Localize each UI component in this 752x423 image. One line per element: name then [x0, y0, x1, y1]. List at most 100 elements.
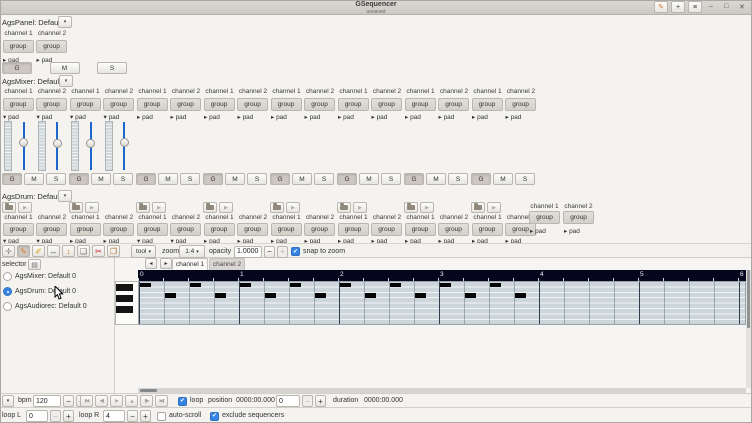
pad-expander[interactable]: ▾ pad: [104, 113, 120, 121]
toggle-s[interactable]: S: [314, 173, 334, 185]
position-tool-button[interactable]: ✛: [2, 245, 15, 257]
loop-r-plus-button[interactable]: +: [140, 410, 151, 422]
group-button[interactable]: group: [505, 98, 536, 111]
output-pad-expander[interactable]: ▸ pad: [530, 227, 546, 235]
piano-black-key[interactable]: [116, 284, 133, 291]
toggle-m[interactable]: M: [426, 173, 446, 185]
minimize-button[interactable]: –: [709, 3, 713, 10]
pad-expander[interactable]: ▾ pad: [37, 113, 53, 121]
pattern-note[interactable]: [439, 282, 451, 287]
pad-expander[interactable]: ▸ pad: [372, 113, 388, 121]
drum-dropdown-button[interactable]: ▾: [58, 190, 72, 202]
clear-tool-button[interactable]: ✐: [32, 245, 45, 257]
selector-settings-button[interactable]: ▤: [28, 259, 41, 270]
toggle-m[interactable]: M: [158, 173, 178, 185]
pattern-note[interactable]: [289, 282, 301, 287]
group-button[interactable]: group: [371, 223, 402, 236]
open-button[interactable]: [471, 202, 485, 213]
auto-scroll-checkbox[interactable]: [157, 411, 166, 421]
output-group-button[interactable]: group: [563, 211, 594, 224]
group-button[interactable]: group: [69, 98, 101, 111]
group-button[interactable]: group: [2, 98, 34, 111]
select-tool-button[interactable]: ↔: [47, 245, 60, 257]
open-button[interactable]: [203, 202, 217, 213]
loop-checkbox[interactable]: [178, 396, 187, 406]
pattern-note[interactable]: [489, 282, 501, 287]
opacity-minus-button[interactable]: −: [264, 245, 275, 258]
loop-l-field[interactable]: 0: [26, 410, 48, 422]
stop-button[interactable]: ■: [125, 395, 138, 407]
toggle-m[interactable]: M: [292, 173, 312, 185]
selector-option[interactable]: AgsMixer: Default 0: [0, 271, 115, 283]
pad-expander[interactable]: ▾ pad: [3, 113, 19, 121]
open-button[interactable]: [337, 202, 351, 213]
pad-expander[interactable]: ▸ pad: [204, 113, 220, 121]
toggle-g[interactable]: G: [69, 173, 89, 185]
group-button[interactable]: group: [270, 223, 302, 236]
seek-backward-button[interactable]: ◀▮: [95, 395, 108, 407]
position-plus-button[interactable]: +: [315, 395, 326, 407]
edit-tool-button[interactable]: ✎: [17, 245, 30, 257]
toggle-m[interactable]: M: [493, 173, 513, 185]
toggle-s[interactable]: S: [180, 173, 200, 185]
pad-expander[interactable]: ▸ pad: [171, 113, 187, 121]
play-button[interactable]: ▶: [353, 202, 367, 213]
volume-slider[interactable]: [119, 121, 129, 171]
open-button[interactable]: [69, 202, 83, 213]
pattern-note[interactable]: [464, 293, 476, 298]
toggle-m[interactable]: M: [91, 173, 111, 185]
play-button[interactable]: ▶: [487, 202, 501, 213]
group-button[interactable]: group: [270, 98, 302, 111]
pattern-note[interactable]: [164, 293, 176, 298]
pattern-note[interactable]: [364, 293, 376, 298]
pattern-note[interactable]: [339, 282, 351, 287]
group-button[interactable]: group: [337, 223, 369, 236]
toggle-s[interactable]: S: [46, 173, 66, 185]
pattern-note[interactable]: [139, 282, 151, 287]
bpm-minus-button[interactable]: −: [63, 395, 74, 407]
tab-channel-1[interactable]: channel 1: [172, 258, 208, 270]
group-button[interactable]: group: [69, 223, 101, 236]
group-button[interactable]: group: [203, 98, 235, 111]
play-button[interactable]: ▶: [110, 395, 123, 407]
vscroll-thumb[interactable]: [747, 270, 750, 328]
toggle-s[interactable]: S: [515, 173, 535, 185]
maximize-button[interactable]: □: [724, 3, 728, 10]
opacity-field[interactable]: 1.0000: [234, 245, 262, 258]
pattern-note[interactable]: [214, 293, 226, 298]
toggle-m[interactable]: M: [49, 62, 80, 74]
group-button[interactable]: group: [471, 223, 503, 236]
slider-handle[interactable]: [86, 139, 95, 148]
toggle-g[interactable]: G: [404, 173, 424, 185]
tool-dropdown-button[interactable]: tool ▾: [131, 245, 156, 258]
group-button[interactable]: group: [337, 98, 369, 111]
play-button[interactable]: ▶: [286, 202, 300, 213]
radio-button[interactable]: [3, 287, 12, 296]
bpm-field[interactable]: 120: [33, 395, 61, 407]
loop-r-minus-button[interactable]: −: [127, 410, 138, 422]
pad-expander[interactable]: ▸ pad: [338, 113, 354, 121]
pattern-note[interactable]: [239, 282, 251, 287]
slider-handle[interactable]: [119, 138, 129, 147]
group-button[interactable]: group: [404, 98, 436, 111]
toggle-s[interactable]: S: [97, 62, 127, 74]
toggle-m[interactable]: M: [24, 173, 44, 185]
radio-button[interactable]: [3, 272, 12, 281]
group-button[interactable]: group: [103, 98, 134, 111]
toggle-m[interactable]: M: [359, 173, 379, 185]
open-button[interactable]: [404, 202, 418, 213]
loop-l-plus-button[interactable]: +: [63, 410, 74, 422]
playback-menu-button[interactable]: ▾: [2, 395, 14, 407]
copy-tool-button[interactable]: ❏: [77, 245, 90, 257]
toggle-g[interactable]: G: [203, 173, 223, 185]
piano-black-key[interactable]: [116, 295, 133, 302]
group-button[interactable]: group: [136, 223, 168, 236]
invert-tool-button[interactable]: ↕: [62, 245, 75, 257]
notation-edit-button[interactable]: ✎: [654, 1, 668, 13]
toggle-s[interactable]: S: [113, 173, 133, 185]
group-button[interactable]: group: [237, 98, 268, 111]
group-button[interactable]: group: [36, 40, 67, 53]
exclude-sequencers-checkbox[interactable]: [210, 411, 219, 421]
pad-expander[interactable]: ▾ pad: [70, 113, 86, 121]
group-button[interactable]: group: [103, 223, 134, 236]
